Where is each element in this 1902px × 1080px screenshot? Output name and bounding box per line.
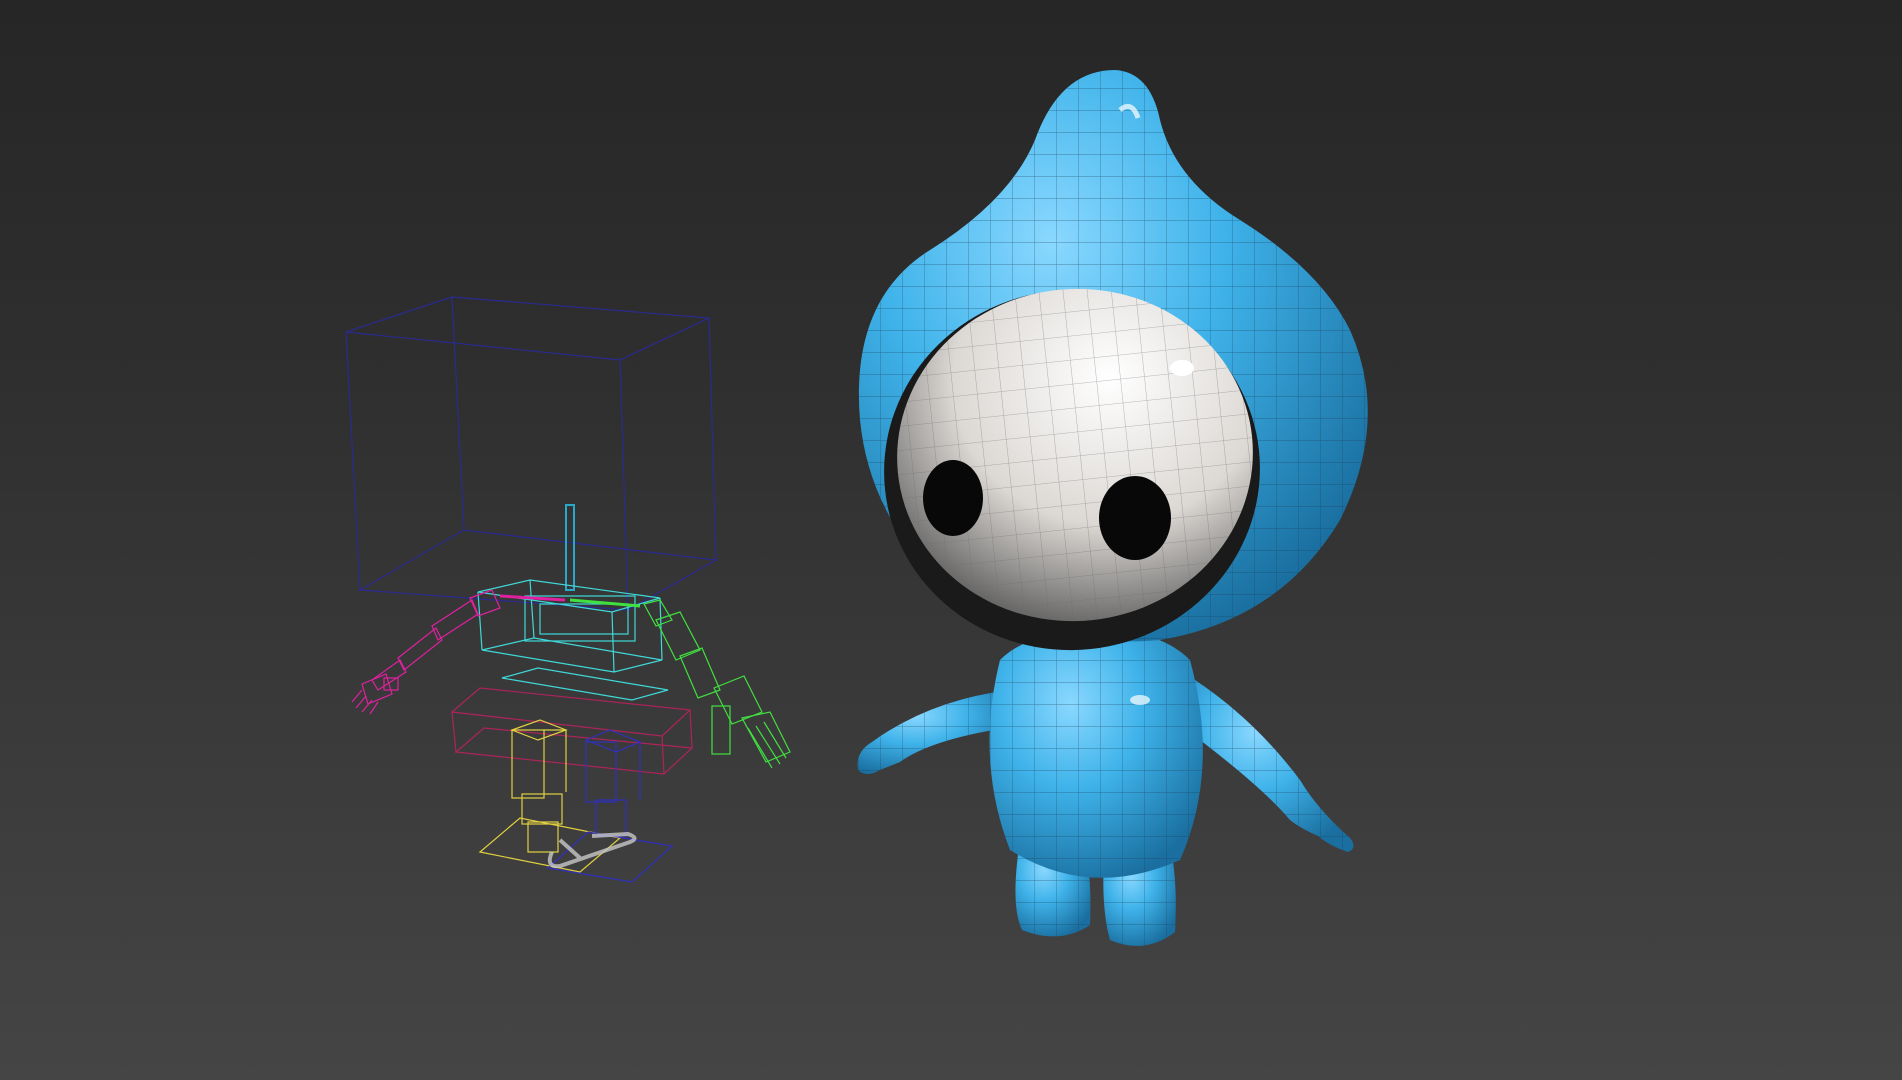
3d-viewport[interactable] [0,0,1902,1080]
head-bounding-box[interactable] [345,296,718,611]
left-leg[interactable] [478,719,622,873]
right-eye[interactable] [1099,476,1171,560]
left-arm[interactable] [351,589,501,715]
neck-bone[interactable] [565,504,575,591]
scene-canvas[interactable] [0,0,1902,1080]
character-right-arm[interactable] [1195,680,1354,852]
right-hand[interactable] [711,675,791,769]
right-arm[interactable] [643,599,791,769]
hips-box[interactable] [450,687,694,775]
biped-rig[interactable] [345,296,791,883]
left-eye[interactable] [923,460,983,536]
left-hand[interactable] [351,673,399,715]
right-clavicle[interactable] [569,598,641,608]
chest-box[interactable] [477,579,669,701]
character-torso[interactable] [989,630,1203,878]
blue-droplet-character[interactable] [857,70,1368,946]
character-left-arm[interactable] [857,690,1010,774]
